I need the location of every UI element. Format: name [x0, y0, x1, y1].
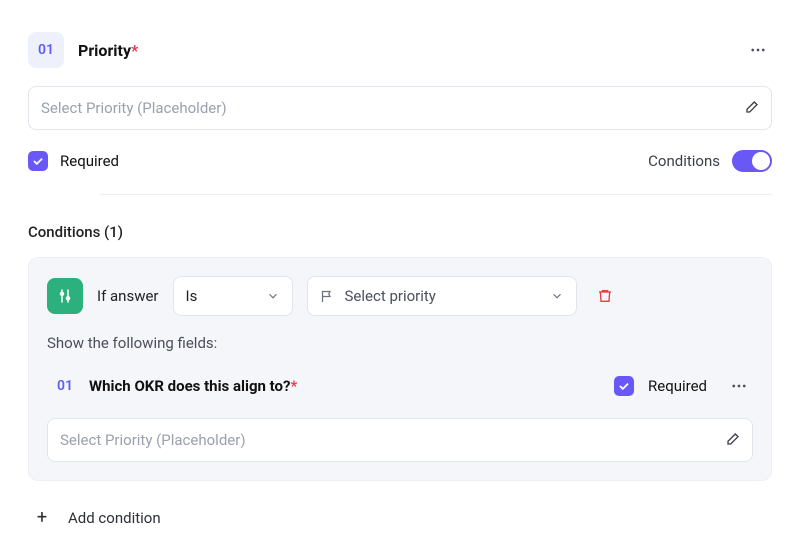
pencil-icon: [724, 432, 740, 448]
conditions-toggle[interactable]: [732, 150, 772, 172]
chevron-down-icon: [550, 289, 564, 303]
if-answer-label: If answer: [97, 287, 159, 305]
condition-block: If answer Is Select priority Show the fo…: [28, 257, 772, 481]
sub-field-title-text: Which OKR does this align to?: [89, 377, 290, 395]
operator-value: Is: [186, 287, 198, 305]
delete-condition-button[interactable]: [591, 282, 619, 310]
sub-required-label: Required: [648, 377, 707, 395]
edit-button[interactable]: [743, 100, 759, 116]
field-title: Priority*: [78, 41, 138, 60]
add-condition-button[interactable]: + Add condition: [28, 501, 772, 534]
chevron-down-icon: [266, 289, 280, 303]
check-icon: [31, 154, 45, 168]
more-button[interactable]: [744, 36, 772, 64]
sub-edit-button[interactable]: [724, 432, 740, 448]
required-label: Required: [60, 152, 119, 170]
sub-priority-select[interactable]: Select Priority (Placeholder): [47, 418, 753, 462]
conditions-label: Conditions: [648, 152, 720, 170]
trash-icon: [597, 288, 613, 304]
sub-priority-placeholder: Select Priority (Placeholder): [60, 431, 246, 449]
sliders-icon: [56, 287, 74, 305]
more-horizontal-icon: [749, 41, 767, 59]
field-number-badge: 01: [28, 32, 64, 68]
priority-select-placeholder: Select Priority (Placeholder): [41, 99, 227, 117]
priority-select[interactable]: Select Priority (Placeholder): [28, 86, 772, 130]
divider: [100, 194, 772, 195]
required-star: *: [131, 41, 138, 60]
conditions-heading: Conditions (1): [28, 223, 772, 241]
pencil-icon: [743, 100, 759, 116]
flag-icon: [320, 289, 335, 304]
sub-field-title: Which OKR does this align to?*: [89, 377, 297, 395]
field-title-text: Priority: [78, 41, 131, 60]
condition-value-select[interactable]: Select priority: [307, 276, 577, 316]
sub-required-checkbox[interactable]: [614, 376, 634, 396]
plus-icon: +: [30, 507, 54, 528]
show-fields-label: Show the following fields:: [47, 334, 753, 352]
add-condition-label: Add condition: [68, 509, 161, 527]
sub-field-number: 01: [47, 368, 83, 404]
required-checkbox[interactable]: [28, 151, 48, 171]
condition-value-placeholder: Select priority: [345, 287, 436, 305]
more-horizontal-icon: [730, 377, 748, 395]
check-icon: [617, 379, 631, 393]
operator-select[interactable]: Is: [173, 276, 293, 316]
condition-icon-badge: [47, 278, 83, 314]
required-star: *: [290, 377, 297, 395]
sub-more-button[interactable]: [725, 372, 753, 400]
